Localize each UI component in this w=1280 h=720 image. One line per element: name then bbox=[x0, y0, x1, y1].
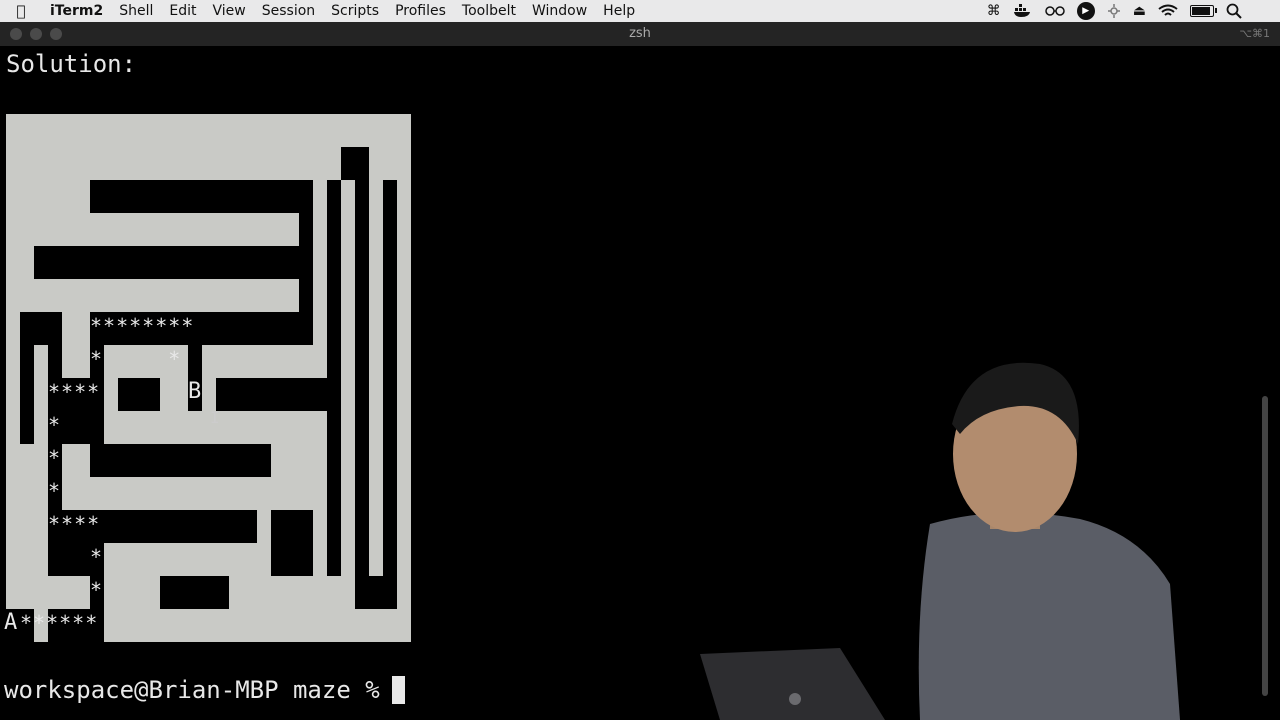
menu-shell[interactable]: Shell bbox=[111, 0, 161, 22]
goal-label-b: B bbox=[188, 379, 203, 404]
docker-icon[interactable] bbox=[1013, 4, 1033, 18]
window-shortcut: ⌥⌘1 bbox=[1239, 27, 1270, 40]
menu-scripts[interactable]: Scripts bbox=[323, 0, 387, 22]
solution-path-row: * bbox=[90, 578, 104, 602]
solution-label: Solution: bbox=[6, 50, 137, 78]
menu-app-name[interactable]: iTerm2 bbox=[42, 0, 111, 22]
wifi-icon[interactable] bbox=[1158, 4, 1178, 18]
solution-path-row: * * bbox=[90, 347, 182, 371]
maze-wall bbox=[257, 477, 271, 576]
laptop-logo-icon bbox=[789, 693, 801, 705]
menu-view[interactable]: View bbox=[205, 0, 254, 22]
maze: ******** * * **** B * * * **** * * A ***… bbox=[4, 114, 411, 642]
list-icon[interactable] bbox=[1254, 4, 1274, 18]
maze-wall bbox=[6, 444, 48, 609]
maze-wall bbox=[327, 147, 341, 180]
maze-wall bbox=[202, 345, 327, 378]
start-label-a: A bbox=[4, 610, 19, 635]
laptop bbox=[700, 648, 885, 720]
status-area: ⌘ ▶ ⏏ bbox=[987, 0, 1274, 22]
solution-path-row: * bbox=[48, 446, 62, 470]
text-cursor bbox=[391, 676, 405, 704]
maze-wall bbox=[6, 114, 20, 444]
shell-prompt[interactable]: workspace@Brian-MBP maze % bbox=[4, 676, 405, 704]
solution-path-row: * bbox=[48, 413, 62, 437]
maze-wall bbox=[20, 147, 327, 180]
settings-icon[interactable] bbox=[1107, 3, 1121, 19]
eject-icon[interactable]: ⏏ bbox=[1133, 3, 1146, 19]
maze-wall bbox=[20, 279, 299, 312]
solution-path-row: **** bbox=[48, 512, 101, 536]
maze-wall bbox=[104, 609, 411, 642]
menu-bar:  iTerm2 Shell Edit View Session Scripts… bbox=[0, 0, 1280, 22]
menu-profiles[interactable]: Profiles bbox=[387, 0, 454, 22]
solution-path-row: ****** bbox=[20, 611, 99, 635]
maze-wall bbox=[341, 180, 355, 609]
glasses-icon[interactable] bbox=[1045, 5, 1065, 17]
apple-menu-icon[interactable]:  bbox=[0, 2, 42, 20]
command-icon[interactable]: ⌘ bbox=[987, 3, 1001, 19]
play-icon[interactable]: ▶ bbox=[1076, 2, 1095, 20]
menu-window[interactable]: Window bbox=[524, 0, 595, 22]
maze-wall bbox=[62, 477, 271, 510]
maze-wall bbox=[20, 180, 34, 279]
maze-wall bbox=[20, 345, 34, 444]
maze-wall bbox=[20, 312, 62, 345]
scrollbar[interactable] bbox=[1262, 396, 1268, 696]
maze-wall bbox=[229, 576, 341, 609]
maze-wall bbox=[383, 147, 397, 180]
maze-wall bbox=[202, 345, 216, 411]
menu-help[interactable]: Help bbox=[595, 0, 643, 22]
maze-wall bbox=[62, 444, 90, 477]
menu-toolbelt[interactable]: Toolbelt bbox=[454, 0, 524, 22]
maze-wall bbox=[34, 213, 299, 246]
solution-path-row: **** bbox=[48, 380, 101, 404]
maze-wall bbox=[313, 147, 327, 378]
solution-path-row: * bbox=[48, 479, 62, 503]
presenter-body bbox=[918, 512, 1180, 720]
maze-wall bbox=[48, 576, 90, 609]
window-title-bar: zsh ⌥⌘1 bbox=[0, 22, 1280, 46]
maze-wall bbox=[397, 114, 411, 642]
maze-wall bbox=[6, 114, 411, 147]
maze-wall bbox=[313, 477, 327, 576]
maze-wall bbox=[34, 345, 48, 378]
ibeam-cursor-icon: I bbox=[210, 408, 220, 427]
window-title: zsh bbox=[629, 26, 651, 41]
menu-session[interactable]: Session bbox=[254, 0, 323, 22]
maze-wall bbox=[369, 147, 383, 576]
menu-edit[interactable]: Edit bbox=[161, 0, 204, 22]
solution-path-row: ******** bbox=[90, 314, 195, 338]
search-icon[interactable] bbox=[1226, 3, 1242, 19]
maze-wall bbox=[104, 543, 257, 576]
prompt-text: workspace@Brian-MBP maze % bbox=[4, 676, 380, 704]
maze-wall bbox=[62, 312, 90, 378]
solution-path-row: * bbox=[90, 545, 104, 569]
battery-icon[interactable] bbox=[1190, 5, 1217, 17]
presenter-image bbox=[700, 362, 1180, 720]
